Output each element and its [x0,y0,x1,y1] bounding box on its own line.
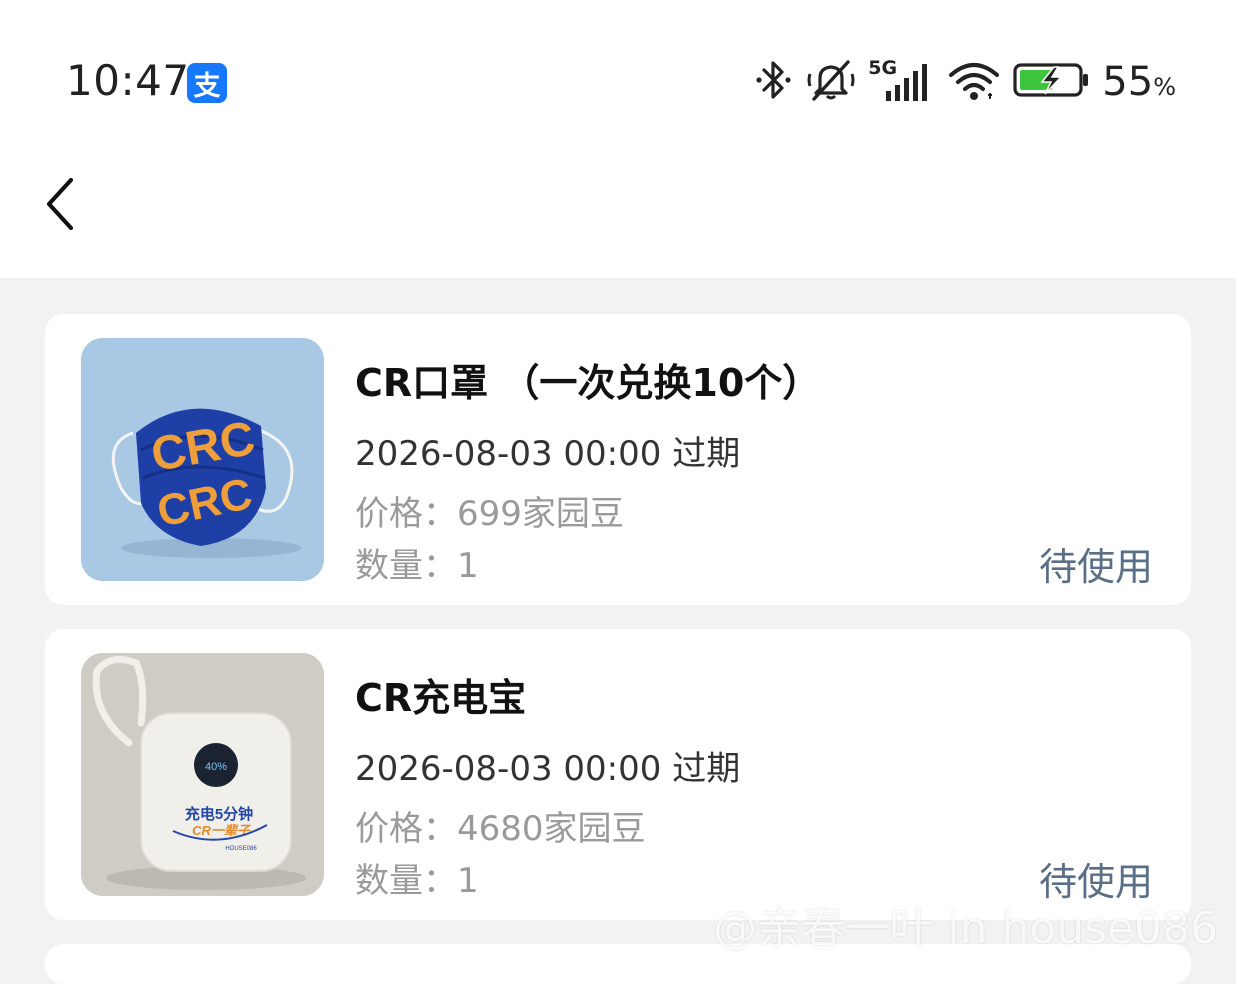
product-image-mask: CRC CRC [81,338,324,581]
wifi-icon [948,57,1000,107]
battery-percent: 55% [1102,59,1176,105]
status-icons: 5G 55% [754,54,1176,110]
status-bar: 10:47 支 5G 55% [0,0,1236,165]
item-price: 价格：699家园豆 [355,494,624,534]
order-card[interactable]: 40% 充电5分钟 CR一辈子 HOUSE086 CR充电宝 2026-08-0… [45,629,1191,920]
bluetooth-icon [754,57,794,107]
item-quantity: 数量：1 [355,546,479,586]
alipay-icon: 支 [187,63,227,103]
item-expiry: 2026-08-03 00:00 过期 [355,749,741,789]
battery-charging-icon [1012,57,1090,107]
power-bank-brand-text: HOUSE086 [225,846,257,852]
item-quantity: 数量：1 [355,861,479,901]
item-title: CR口罩 （一次兑换10个） [355,361,821,405]
item-expiry: 2026-08-03 00:00 过期 [355,434,741,474]
watermark: @亲春一叶 in house086 [713,903,1218,954]
product-image-power-bank: 40% 充电5分钟 CR一辈子 HOUSE086 [81,653,324,896]
chevron-left-icon [40,174,80,238]
power-bank-display-text: 40% [205,761,227,773]
back-button[interactable] [30,170,90,242]
header-area: 10:47 支 5G 55% [0,0,1236,278]
item-price: 价格：4680家园豆 [355,809,646,849]
status-time: 10:47 [66,56,190,105]
signal-icon: 5G [868,57,936,107]
mute-icon [806,57,856,107]
item-title: CR充电宝 [355,676,527,720]
order-list: CRC CRC CR口罩 （一次兑换10个） 2026-08-03 00:00 … [45,314,1191,944]
status-to-use-button[interactable]: 待使用 [1039,536,1153,591]
order-card[interactable]: CRC CRC CR口罩 （一次兑换10个） 2026-08-03 00:00 … [45,314,1191,605]
power-bank-slogan-text: 充电5分钟 [185,805,253,823]
